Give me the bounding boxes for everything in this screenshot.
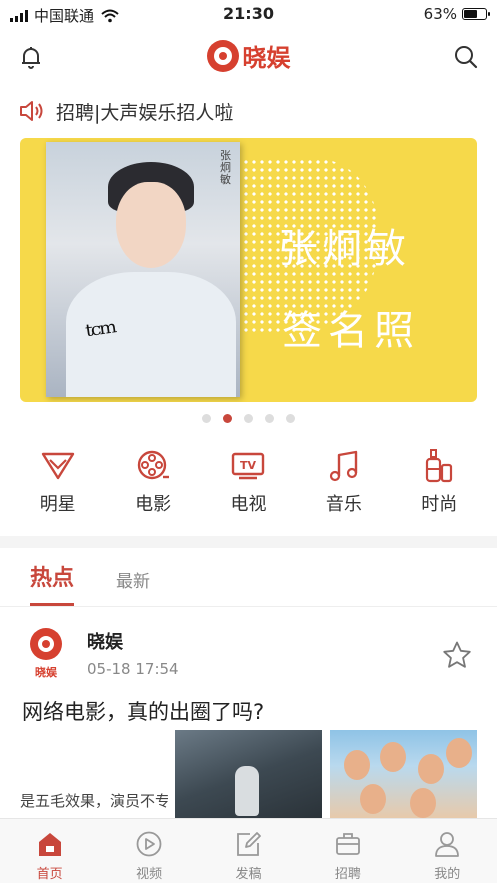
feed-tabs: 热点 最新 xyxy=(30,560,150,606)
profile-icon xyxy=(432,829,462,859)
banner-carousel[interactable]: 张炯敏 ᵗᶜᵐ 张炯敏 签名照 xyxy=(20,138,477,402)
avatar[interactable]: 晓娱 xyxy=(24,628,68,680)
logo-text: 晓娱 xyxy=(242,44,291,72)
category-label: 电影 xyxy=(135,494,172,515)
play-icon xyxy=(134,829,164,859)
carousel-pager xyxy=(0,414,497,423)
search-icon xyxy=(455,46,478,69)
notice-bar[interactable]: 招聘|大声娱乐招人啦 xyxy=(18,96,479,126)
post-media[interactable]: 是五毛效果，演员不专 xyxy=(0,730,497,820)
nav-video[interactable]: 视频 xyxy=(109,819,189,883)
post-author[interactable]: 晓娱 xyxy=(87,628,123,654)
post-time: 05-18 17:54 xyxy=(87,660,179,678)
banner-title: 张炯敏 xyxy=(278,226,410,272)
tv-icon: TV xyxy=(230,448,266,484)
pager-dot[interactable] xyxy=(202,414,211,423)
category-label: 时尚 xyxy=(421,494,458,515)
battery-icon xyxy=(462,8,490,20)
favorite-button[interactable] xyxy=(440,638,474,672)
photo-signature: ᵗᶜᵐ xyxy=(83,315,119,354)
section-divider xyxy=(0,536,497,548)
film-reel-icon xyxy=(135,448,171,484)
category-star[interactable]: 明星 xyxy=(18,448,98,516)
logo-mark-icon xyxy=(206,39,239,72)
app-header: 晓娱 xyxy=(0,34,497,80)
briefcase-icon xyxy=(333,829,363,859)
post-thumbnail[interactable] xyxy=(175,730,322,820)
diamond-icon xyxy=(40,448,76,484)
post-thumbnail[interactable] xyxy=(330,730,477,820)
speaker-icon xyxy=(20,101,43,121)
category-movie[interactable]: 电影 xyxy=(113,448,193,516)
avatar-text: 晓娱 xyxy=(35,666,57,679)
category-row: 明星 电影 TV 电视 音乐 时尚 xyxy=(0,448,497,516)
nav-label: 我的 xyxy=(434,867,461,882)
tab-hot[interactable]: 热点 xyxy=(30,560,75,606)
status-bar: 中国联通 21:30 63% xyxy=(0,0,497,28)
status-right: 63% xyxy=(423,5,490,23)
banner-subtitle: 签名照 xyxy=(282,308,420,354)
perfume-icon xyxy=(421,448,457,484)
bottom-nav: 首页 视频 发稿 招聘 我的 xyxy=(0,818,497,883)
category-music[interactable]: 音乐 xyxy=(304,448,384,516)
category-tv[interactable]: TV 电视 xyxy=(208,448,288,516)
nav-label: 招聘 xyxy=(334,867,361,882)
edit-icon xyxy=(233,829,263,859)
category-fashion[interactable]: 时尚 xyxy=(399,448,479,516)
tab-latest[interactable]: 最新 xyxy=(116,567,150,606)
category-label: 明星 xyxy=(39,494,76,515)
logo-mark-icon xyxy=(30,628,62,660)
nav-post[interactable]: 发稿 xyxy=(208,819,288,883)
svg-text:TV: TV xyxy=(240,459,257,472)
search-button[interactable] xyxy=(449,40,483,74)
post-snippet: 是五毛效果，演员不专 xyxy=(20,792,168,810)
post-title[interactable]: 网络电影，真的出圈了吗? xyxy=(22,696,264,726)
nav-profile[interactable]: 我的 xyxy=(407,819,487,883)
home-icon xyxy=(35,829,65,859)
app-screen: 中国联通 21:30 63% 晓娱 招聘|大声娱乐招人啦 张炯敏 ᵗᶜᵐ 张炯敏… xyxy=(0,0,497,883)
battery-level xyxy=(464,10,477,18)
pager-dot[interactable] xyxy=(244,414,253,423)
nav-jobs[interactable]: 招聘 xyxy=(308,819,388,883)
notice-text: 招聘|大声娱乐招人啦 xyxy=(56,101,234,124)
banner-photo: 张炯敏 ᵗᶜᵐ xyxy=(46,142,240,397)
photo-label: 张炯敏 xyxy=(220,149,231,186)
nav-label: 发稿 xyxy=(235,867,262,882)
category-label: 电视 xyxy=(230,494,267,515)
pager-dot[interactable] xyxy=(265,414,274,423)
star-icon xyxy=(443,641,471,668)
nav-home[interactable]: 首页 xyxy=(10,819,90,883)
pager-dot-active[interactable] xyxy=(223,414,232,423)
tabs-underline xyxy=(0,606,497,607)
clock: 21:30 xyxy=(223,4,274,23)
app-logo: 晓娱 xyxy=(0,38,497,73)
battery-percent: 63% xyxy=(423,5,457,23)
category-label: 音乐 xyxy=(325,494,362,515)
nav-label: 视频 xyxy=(136,867,163,882)
pager-dot[interactable] xyxy=(286,414,295,423)
music-note-icon xyxy=(326,448,362,484)
nav-label: 首页 xyxy=(36,867,63,882)
